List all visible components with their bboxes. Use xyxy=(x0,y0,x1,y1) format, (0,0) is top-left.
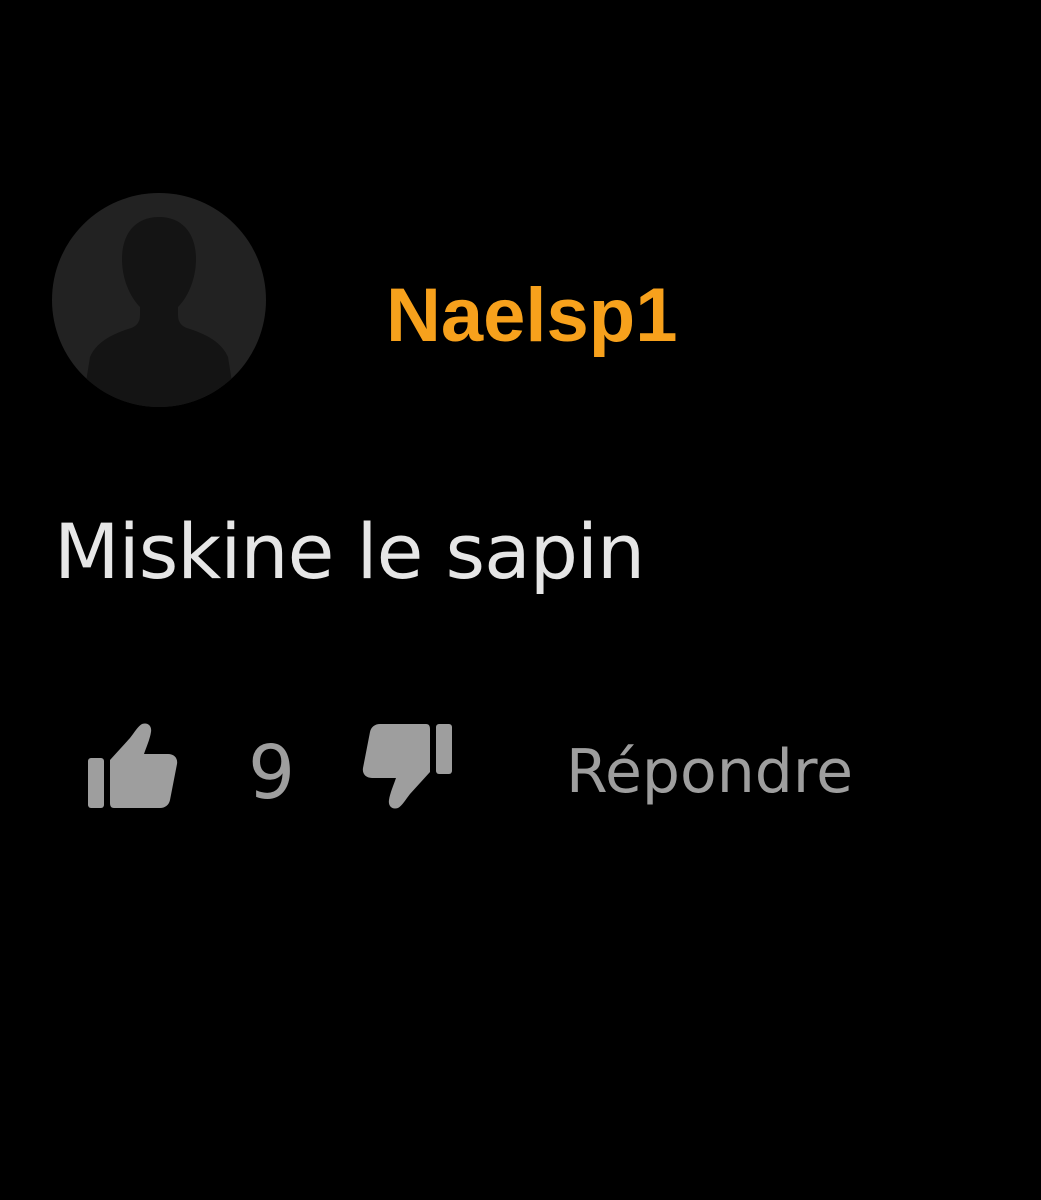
reply-button[interactable]: Répondre xyxy=(566,730,853,814)
comment-card: Naelsp1 Miskine le sapin 9 Répondre xyxy=(0,0,1041,1200)
comment-actions: 9 Répondre xyxy=(0,0,1041,1200)
like-count: 9 xyxy=(248,730,296,816)
thumbs-down-icon xyxy=(362,724,452,809)
like-button[interactable] xyxy=(84,722,180,812)
thumbs-up-icon xyxy=(88,723,178,808)
dislike-button[interactable] xyxy=(360,722,456,812)
